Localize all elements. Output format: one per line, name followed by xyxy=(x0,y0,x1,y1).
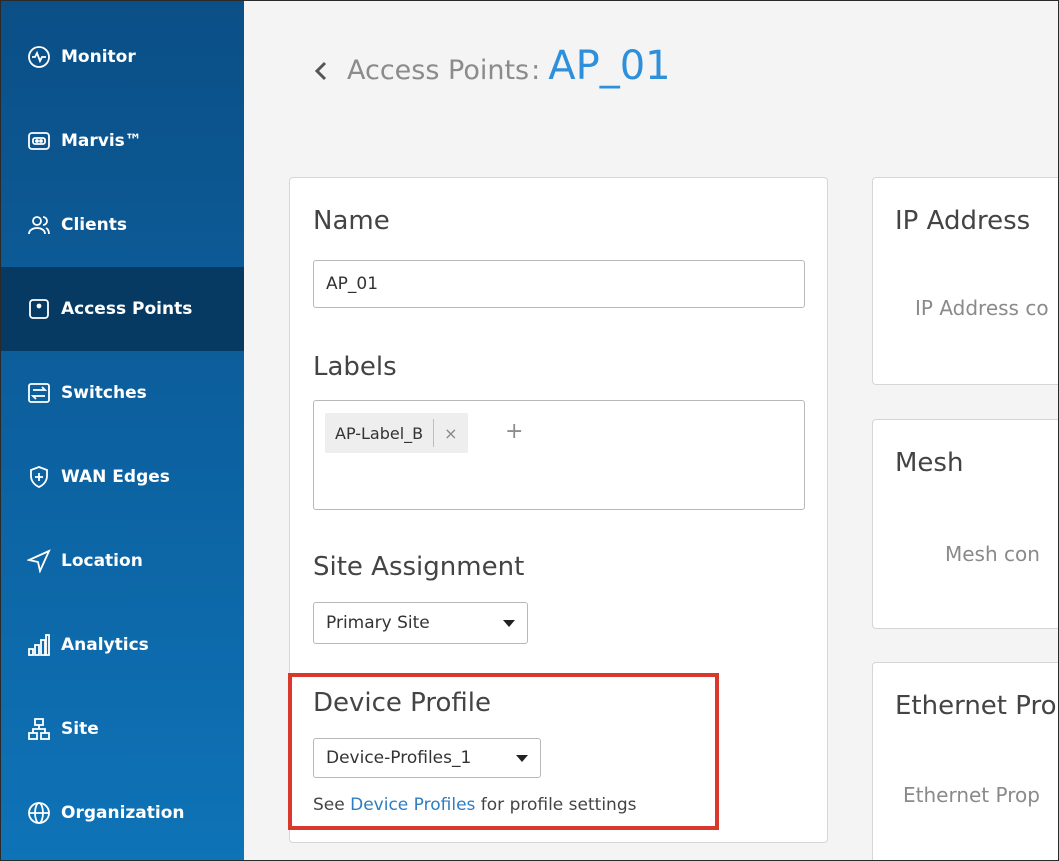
marvis-icon xyxy=(27,129,51,153)
sidebar-item-marvis[interactable]: Marvis™ xyxy=(1,99,244,183)
sidebar-item-label: Switches xyxy=(61,383,147,403)
sidebar-item-label: WAN Edges xyxy=(61,467,170,487)
page-title: AP_01 xyxy=(548,43,671,89)
mesh-text: Mesh con xyxy=(945,542,1040,566)
ethernet-properties-card: Ethernet Pro Ethernet Prop xyxy=(872,662,1058,860)
sidebar-item-monitor[interactable]: Monitor xyxy=(1,15,244,99)
analytics-bars-icon xyxy=(27,633,51,657)
breadcrumb-separator: : xyxy=(531,55,541,86)
sidebar-item-label: Marvis™ xyxy=(61,131,142,151)
sidebar: Monitor Marvis™ Clients Access Points Sw… xyxy=(1,1,244,860)
monitor-icon xyxy=(27,45,51,69)
mesh-title: Mesh xyxy=(895,448,964,478)
sidebar-item-label: Access Points xyxy=(61,299,193,319)
labels-field[interactable]: AP-Label_B × + xyxy=(313,400,805,510)
device-profile-highlight xyxy=(288,673,719,830)
main-content: Access Points : AP_01 Name AP_01 Labels … xyxy=(244,1,1058,860)
name-label: Name xyxy=(313,206,390,236)
sidebar-item-analytics[interactable]: Analytics xyxy=(1,603,244,687)
sidebar-item-label: Site xyxy=(61,719,99,739)
page-header: Access Points : AP_01 xyxy=(347,43,671,89)
site-assignment-select[interactable]: Primary Site xyxy=(313,602,528,644)
label-tag-text: AP-Label_B xyxy=(335,423,424,443)
mesh-card: Mesh Mesh con xyxy=(872,419,1058,629)
sidebar-item-location[interactable]: Location xyxy=(1,519,244,603)
sidebar-item-label: Organization xyxy=(61,803,185,823)
sidebar-item-label: Clients xyxy=(61,215,128,235)
sidebar-item-label: Analytics xyxy=(61,635,149,655)
ip-address-card: IP Address IP Address co xyxy=(872,177,1058,385)
ip-address-text: IP Address co xyxy=(915,296,1049,320)
name-input[interactable]: AP_01 xyxy=(313,260,805,308)
site-assignment-value: Primary Site xyxy=(326,613,430,633)
name-value: AP_01 xyxy=(326,274,379,294)
switch-icon xyxy=(27,381,51,405)
wan-edge-shield-icon xyxy=(27,465,51,489)
ip-address-title: IP Address xyxy=(895,206,1031,236)
sidebar-item-access-points[interactable]: Access Points xyxy=(1,267,244,351)
access-point-icon xyxy=(27,297,51,321)
sidebar-item-label: Monitor xyxy=(61,47,136,67)
clients-icon xyxy=(27,213,51,237)
tag-remove-icon[interactable]: × xyxy=(434,424,467,443)
ethernet-properties-title: Ethernet Pro xyxy=(895,691,1057,721)
sidebar-item-switches[interactable]: Switches xyxy=(1,351,244,435)
sidebar-item-site[interactable]: Site xyxy=(1,687,244,771)
label-tag: AP-Label_B × xyxy=(325,413,468,453)
site-assignment-label: Site Assignment xyxy=(313,552,525,582)
sidebar-item-label: Location xyxy=(61,551,143,571)
breadcrumb[interactable]: Access Points xyxy=(347,55,529,86)
sidebar-item-organization[interactable]: Organization xyxy=(1,771,244,855)
site-tree-icon xyxy=(27,717,51,741)
chevron-down-icon xyxy=(503,619,515,627)
app-window: Monitor Marvis™ Clients Access Points Sw… xyxy=(0,0,1059,861)
sidebar-item-clients[interactable]: Clients xyxy=(1,183,244,267)
back-chevron-icon[interactable] xyxy=(314,61,328,87)
globe-icon xyxy=(27,801,51,825)
sidebar-item-wan-edges[interactable]: WAN Edges xyxy=(1,435,244,519)
labels-label: Labels xyxy=(313,352,397,382)
ethernet-properties-text: Ethernet Prop xyxy=(903,783,1040,807)
location-arrow-icon xyxy=(27,549,51,573)
add-label-icon[interactable]: + xyxy=(505,419,523,444)
